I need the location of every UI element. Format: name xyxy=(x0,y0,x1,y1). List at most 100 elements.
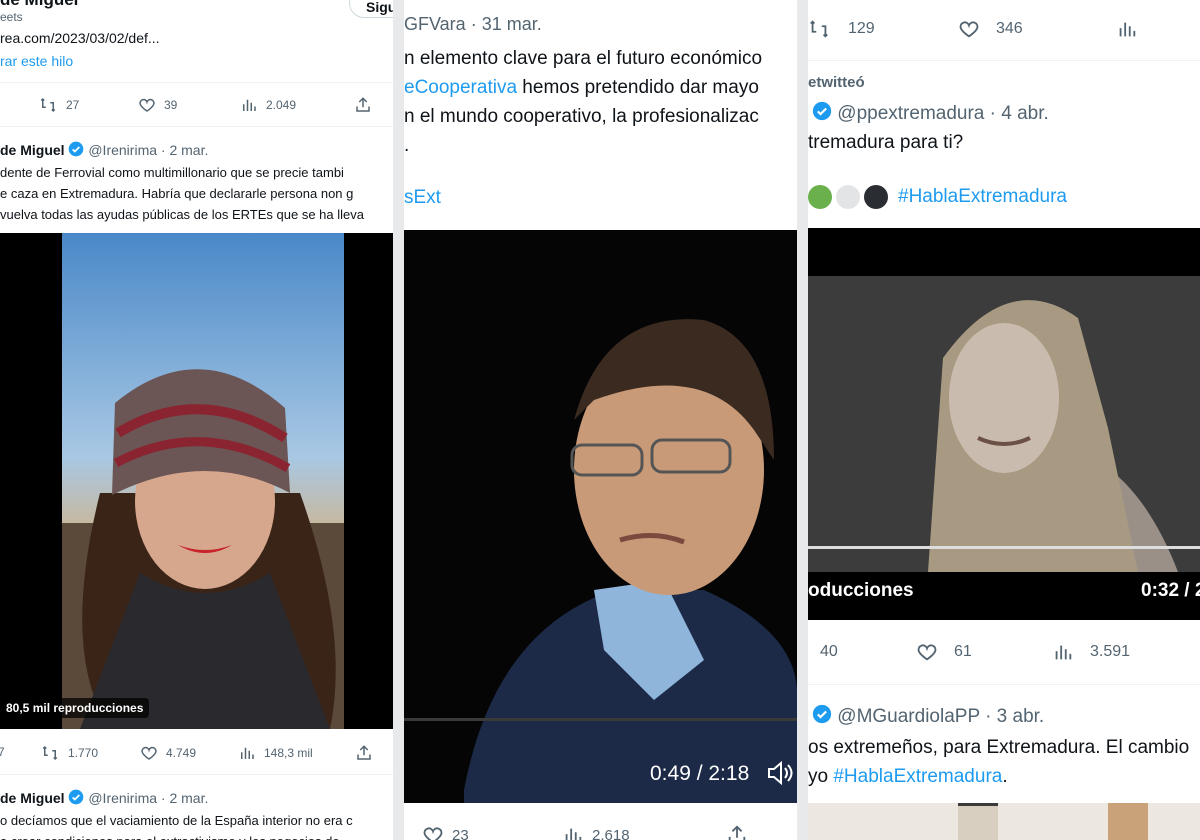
views-button[interactable]: 3.591 xyxy=(1052,641,1130,663)
tweet-date[interactable]: · 2 mar. xyxy=(161,790,208,806)
retweet-icon xyxy=(810,20,828,38)
tweet-text: tremadura para ti? xyxy=(808,132,964,153)
retweet-button[interactable]: 27 xyxy=(38,96,79,114)
text-span: n elemento clave para el futuro económic… xyxy=(404,48,763,69)
views-button[interactable]: 2.618 xyxy=(562,824,630,840)
retweet-icon xyxy=(40,97,56,113)
views-button[interactable]: 148,3 mil xyxy=(238,744,313,762)
article-link[interactable]: rea.com/2023/03/02/def... xyxy=(0,30,160,46)
text-span: . xyxy=(404,135,410,156)
retweeted-label: etwitteó xyxy=(808,74,865,91)
views-count: 2.049 xyxy=(266,98,297,112)
tweet-column-2: GFVara · 31 mar. n elemento clave para e… xyxy=(404,0,797,840)
video-time: 0:32 / 2 xyxy=(1141,580,1200,601)
video-player[interactable]: 0:49 / 2:18 xyxy=(404,230,797,803)
views-chart-icon xyxy=(1055,645,1072,660)
like-count: 4.749 xyxy=(166,746,197,760)
author-handle[interactable]: @ppextremadura xyxy=(837,103,984,124)
video-player[interactable]: oducciones 0:32 / 2 xyxy=(808,228,1200,620)
retweet-button[interactable]: 129 xyxy=(808,18,875,40)
reply-button[interactable]: 7 xyxy=(0,745,5,759)
share-icon xyxy=(357,745,371,760)
volume-icon[interactable] xyxy=(766,760,794,786)
heart-icon xyxy=(139,98,155,112)
author-name[interactable]: de Miguel xyxy=(0,0,78,10)
show-thread-link[interactable]: rar este hilo xyxy=(0,53,73,69)
video-player[interactable] xyxy=(808,803,1200,840)
tweet-date[interactable]: · 3 abr. xyxy=(985,706,1044,727)
retweet-button[interactable]: 1.770 xyxy=(40,744,98,762)
retweet-icon xyxy=(42,745,58,761)
video-frame-man-interview xyxy=(404,230,797,803)
text-span: . xyxy=(1002,766,1008,787)
retweet-count: 40 xyxy=(820,643,838,660)
tweet-column-3: 129 346 etwitteó @ppextremadura · 4 abr.… xyxy=(808,0,1200,840)
verified-badge-icon xyxy=(69,141,84,157)
tweet-text: n elemento clave para el futuro económic… xyxy=(404,44,762,160)
like-count: 61 xyxy=(954,643,972,660)
video-frame-room xyxy=(808,803,1200,840)
tweet-text: dente de Ferrovial como multimillonario … xyxy=(0,162,364,225)
retweet-count: 129 xyxy=(848,20,875,37)
like-button[interactable]: 39 xyxy=(138,96,177,114)
tweet-header: @MGuardiolaPP · 3 abr. xyxy=(812,704,1044,728)
share-icon xyxy=(728,825,746,840)
views-chart-icon xyxy=(1119,22,1136,37)
tweet-column-1: de Miguel eets rea.com/2023/03/02/def...… xyxy=(0,0,393,840)
tweet-text: o decíamos que el vaciamiento de la Espa… xyxy=(0,810,353,840)
tweet-text-line: o decíamos que el vaciamiento de la Espa… xyxy=(0,813,353,828)
text-span: hemos pretendido dar mayo xyxy=(517,77,759,98)
share-button[interactable] xyxy=(355,744,373,762)
verified-badge-icon xyxy=(69,789,84,805)
like-button[interactable]: 346 xyxy=(958,18,1023,40)
heart-icon xyxy=(959,21,979,38)
like-count: 39 xyxy=(164,98,178,112)
tweet-text-line: yo #HablaExtremadura. xyxy=(808,762,1189,791)
author-handle[interactable]: @Irenirima xyxy=(88,142,157,158)
heart-icon xyxy=(141,746,157,760)
hashtag-link[interactable]: #HablaExtremadura xyxy=(898,186,1067,208)
reply-button[interactable]: 23 xyxy=(422,824,469,840)
author-handle[interactable]: GFVara xyxy=(404,14,466,34)
video-time: 0:49 / 2:18 xyxy=(650,762,750,785)
retweet-button[interactable]: 40 xyxy=(820,643,838,661)
views-button[interactable]: 2.049 xyxy=(240,96,296,114)
like-count: 346 xyxy=(996,20,1023,37)
views-count: 148,3 mil xyxy=(264,746,313,760)
views-button[interactable] xyxy=(1116,18,1138,40)
text-span: n el mundo cooperativo, la profesionaliz… xyxy=(404,106,759,127)
like-button[interactable]: 4.749 xyxy=(140,744,196,762)
video-views-badge: 80,5 mil reproducciones xyxy=(0,698,150,718)
author-name[interactable]: de Miguel xyxy=(0,142,65,158)
follow-button[interactable]: Sigu xyxy=(349,0,393,18)
views-chart-icon xyxy=(241,747,254,759)
hashtag-link[interactable]: eCooperativa xyxy=(404,77,517,98)
hashtag-link[interactable]: sExt xyxy=(404,187,441,209)
emoji-circle xyxy=(808,185,832,209)
author-handle[interactable]: @MGuardiolaPP xyxy=(837,706,980,727)
heart-icon xyxy=(917,644,937,661)
tweet-header: de Miguel @Irenirima · 2 mar. xyxy=(0,141,208,158)
video-views-label: oducciones xyxy=(808,580,914,601)
views-count: 2.618 xyxy=(592,826,630,840)
share-button[interactable] xyxy=(354,96,372,114)
tweet-date[interactable]: · 4 abr. xyxy=(990,103,1049,124)
tweet-date[interactable]: · 31 mar. xyxy=(471,14,542,34)
verified-badge-icon xyxy=(812,101,832,121)
retweet-count: 27 xyxy=(66,98,80,112)
views-chart-icon xyxy=(565,828,582,840)
author-handle[interactable]: @Irenirima xyxy=(88,790,157,806)
follow-button-label: Sigu xyxy=(366,0,393,15)
video-player[interactable]: 80,5 mil reproducciones xyxy=(0,233,393,729)
emoji-dots: #HablaExtremadura xyxy=(808,185,1067,209)
text-span: yo xyxy=(808,766,834,787)
tweet-date[interactable]: · 2 mar. xyxy=(161,142,208,158)
like-button[interactable]: 61 xyxy=(916,641,972,663)
author-name[interactable]: de Miguel xyxy=(0,790,65,806)
hashtag-link[interactable]: #HablaExtremadura xyxy=(833,766,1002,787)
video-frame-woman-in-hat xyxy=(62,233,344,729)
reply-count: 23 xyxy=(452,826,469,840)
reply-icon xyxy=(423,827,443,840)
tweet-text-line: vuelva todas las ayudas públicas de los … xyxy=(0,207,364,222)
share-button[interactable] xyxy=(726,824,748,840)
